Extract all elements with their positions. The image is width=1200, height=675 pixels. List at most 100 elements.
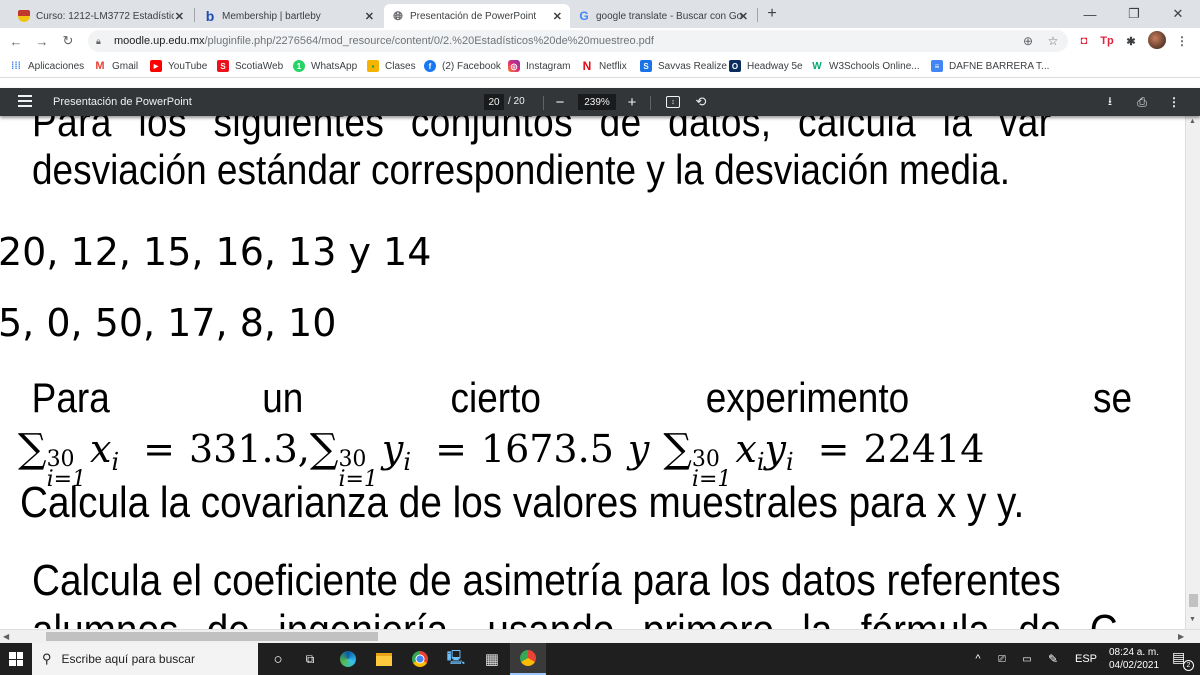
- page-number-input[interactable]: 20: [484, 94, 504, 110]
- bookmark-apps[interactable]: ⁞⁞⁞ Aplicaciones: [10, 58, 84, 74]
- meet-now-icon[interactable]: ⎚: [992, 643, 1012, 675]
- bookmark-netflix[interactable]: N Netflix: [581, 58, 627, 74]
- bookmark-youtube[interactable]: ▶ YouTube: [150, 58, 207, 74]
- bookmark-scotiaweb[interactable]: S ScotiaWeb: [217, 58, 283, 74]
- remote-desktop-icon[interactable]: 🖳︎: [438, 643, 474, 675]
- extensions-puzzle-icon[interactable]: ✱: [1122, 32, 1140, 50]
- file-explorer-icon[interactable]: [366, 643, 402, 675]
- doc-text-line: Calcula la covarianza de los valores mue…: [20, 478, 1025, 527]
- close-window-button[interactable]: ✕: [1156, 0, 1200, 28]
- zoom-level-input[interactable]: 239%: [578, 94, 616, 110]
- language-indicator[interactable]: ESP: [1072, 643, 1100, 675]
- close-tab-icon[interactable]: ✕: [553, 10, 562, 23]
- bookmark-star-icon[interactable]: ☆: [1043, 31, 1063, 51]
- bookmark-gmail[interactable]: M Gmail: [94, 58, 138, 74]
- cortana-icon[interactable]: ○: [260, 643, 296, 675]
- tp-extension-icon[interactable]: Tp: [1098, 32, 1116, 50]
- scroll-left-icon[interactable]: ◀: [3, 632, 9, 641]
- sum-xy-value: 22414: [863, 427, 985, 471]
- tab-title: google translate - Buscar con Go: [596, 10, 743, 22]
- page-total: / 20: [508, 96, 525, 107]
- pocket-extension-icon[interactable]: ◘: [1075, 32, 1093, 50]
- minimize-button[interactable]: —: [1068, 0, 1112, 28]
- instagram-icon: ◎: [508, 60, 520, 72]
- w3schools-icon: W: [812, 60, 822, 72]
- summation-formula: ∑ 30 i=1 xi = 331.3, ∑ 30 i=1 yi = 1673.5 …: [18, 426, 985, 492]
- sum-x-value: 331.3,: [189, 427, 310, 471]
- bookmark-whatsapp[interactable]: 1 WhatsApp: [293, 58, 357, 74]
- scroll-down-icon[interactable]: ▼: [1189, 616, 1196, 623]
- print-icon[interactable]: ⎙: [1134, 94, 1150, 110]
- bookmark-headway[interactable]: O Headway 5e: [729, 58, 803, 74]
- sigma-symbol: ∑: [309, 426, 339, 472]
- doc-text-line: Para los siguientes conjuntos de datos, …: [32, 116, 1052, 145]
- close-tab-icon[interactable]: ✕: [739, 10, 748, 23]
- scroll-right-icon[interactable]: ▶: [1178, 632, 1184, 641]
- bookmark-savvas[interactable]: S Savvas Realize: [640, 58, 727, 74]
- new-tab-button[interactable]: +: [762, 4, 782, 24]
- word: Para: [31, 374, 110, 421]
- tab-title: Curso: 1212-LM3772 Estadística S: [36, 10, 174, 22]
- zoom-in-button[interactable]: +: [624, 94, 640, 111]
- tab-moodle-course[interactable]: Curso: 1212-LM3772 Estadística S ✕: [10, 4, 192, 28]
- vertical-scroll-thumb[interactable]: [1189, 594, 1198, 607]
- browser-menu-icon[interactable]: ⋮: [1172, 31, 1192, 51]
- bookmark-clases[interactable]: ▪ Clases: [367, 58, 416, 74]
- battery-icon[interactable]: ▭: [1016, 643, 1038, 675]
- facebook-icon: f: [424, 60, 436, 72]
- clock-time: 08:24 a. m.: [1108, 647, 1160, 658]
- globe-icon: 🌐︎: [393, 8, 403, 23]
- toolbar-divider: [543, 96, 544, 110]
- bookmark-facebook[interactable]: f (2) Facebook: [424, 58, 501, 74]
- tab-google-translate[interactable]: G google translate - Buscar con Go ✕: [570, 4, 756, 28]
- dataset-1: 20, 12, 15, 16, 13 y 14: [0, 230, 432, 274]
- pdf-page-content: Para los siguientes conjuntos de datos, …: [0, 116, 1185, 629]
- action-center-icon[interactable]: ▤ 2: [1172, 649, 1194, 671]
- start-button[interactable]: [0, 643, 32, 675]
- reload-button[interactable]: ↻: [58, 31, 78, 51]
- doc-text-line: Calcula el coeficiente de asimetría para…: [32, 556, 1061, 605]
- close-tab-icon[interactable]: ✕: [365, 10, 374, 23]
- close-tab-icon[interactable]: ✕: [175, 10, 184, 23]
- bookmark-dafne-doc[interactable]: ≡ DAFNE BARRERA T...: [931, 58, 1049, 74]
- task-view-icon[interactable]: ⧉: [292, 643, 328, 675]
- pdf-viewer-toolbar: Presentación de PowerPoint 20 / 20 − 239…: [0, 88, 1200, 116]
- bartleby-b-icon: b: [205, 8, 215, 24]
- maximize-button[interactable]: ❐: [1112, 0, 1156, 28]
- search-icon: ⚲: [42, 651, 52, 666]
- windows-logo-icon: [9, 652, 23, 666]
- chrome-profile-active-icon[interactable]: [510, 643, 546, 675]
- sum-y-value: 1673.5: [480, 427, 614, 471]
- address-bar[interactable]: 🔒︎ moodle.up.edu.mx /pluginfile.php/2276…: [88, 30, 1068, 52]
- word: un: [262, 374, 304, 421]
- fit-to-page-icon[interactable]: ↕: [666, 96, 680, 108]
- back-button[interactable]: ←: [6, 31, 26, 51]
- system-clock[interactable]: 08:24 a. m. 04/02/2021: [1098, 646, 1170, 672]
- forward-button[interactable]: →: [32, 31, 52, 51]
- youtube-icon: ▶: [150, 60, 162, 72]
- download-icon[interactable]: ⭳: [1102, 94, 1118, 110]
- horizontal-scroll-thumb[interactable]: [46, 632, 378, 641]
- horizontal-scrollbar[interactable]: ◀ ▶: [0, 629, 1200, 643]
- edge-icon[interactable]: [330, 643, 366, 675]
- word: cierto: [450, 374, 541, 421]
- chrome-icon[interactable]: [402, 643, 438, 675]
- calculator-icon[interactable]: ▦: [474, 643, 510, 675]
- sidebar-menu-icon[interactable]: [18, 95, 32, 107]
- show-hidden-icons-chevron[interactable]: ^: [968, 643, 988, 675]
- vertical-scrollbar[interactable]: ▲ ▼: [1185, 116, 1200, 629]
- tab-powerpoint-pdf[interactable]: 🌐︎ Presentación de PowerPoint ✕: [384, 4, 570, 28]
- profile-avatar[interactable]: [1148, 31, 1166, 49]
- bookmark-instagram[interactable]: ◎ Instagram: [508, 58, 570, 74]
- pen-workspace-icon[interactable]: ✎: [1042, 643, 1064, 675]
- tab-bartleby[interactable]: b Membership | bartleby ✕: [196, 4, 382, 28]
- zoom-out-button[interactable]: −: [552, 94, 568, 111]
- scroll-up-icon[interactable]: ▲: [1189, 118, 1196, 125]
- taskbar-search[interactable]: ⚲ Escribe aquí para buscar: [32, 643, 258, 675]
- scotiabank-icon: S: [217, 60, 229, 72]
- rotate-icon[interactable]: ⟲: [694, 94, 708, 109]
- more-actions-icon[interactable]: ⋮: [1166, 94, 1182, 110]
- zoom-magnifier-icon[interactable]: ⊕: [1018, 31, 1038, 51]
- bookmark-w3schools[interactable]: W W3Schools Online...: [811, 58, 919, 74]
- notification-count-badge: 2: [1183, 660, 1194, 671]
